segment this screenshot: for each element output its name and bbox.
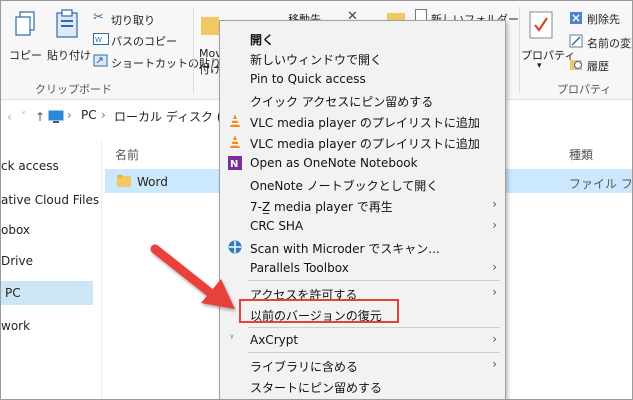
menu-item-vlc-add-2[interactable]: VLC media player のプレイリストに追加 bbox=[220, 132, 505, 152]
submenu-chevron-icon: › bbox=[492, 260, 497, 274]
menu-separator-2 bbox=[248, 327, 500, 328]
column-header-type[interactable]: 種類 bbox=[569, 146, 593, 163]
breadcrumb-pc[interactable]: PC bbox=[81, 108, 97, 122]
back-arrow-icon[interactable]: ‹ bbox=[7, 110, 12, 124]
menu-item-7zip[interactable]: 7-Z̲ media player で再生 › bbox=[220, 195, 505, 215]
menu-item-vlc-add-1[interactable]: VLC media player のプレイリストに追加 bbox=[220, 111, 505, 131]
move-folder-icon[interactable] bbox=[201, 13, 219, 37]
nav-network[interactable]: work bbox=[1, 319, 30, 333]
menu-item-crc-sha[interactable]: CRC SHA › bbox=[220, 216, 505, 236]
history-button[interactable]: 履歴 bbox=[587, 58, 609, 74]
scissors-icon[interactable]: ✂ bbox=[93, 10, 104, 25]
vlc-cone-icon bbox=[230, 135, 240, 148]
properties-dropdown-icon[interactable]: ▾ bbox=[537, 61, 542, 71]
copy-path-icon[interactable]: W bbox=[93, 33, 109, 45]
submenu-chevron-icon: › bbox=[492, 357, 497, 371]
nav-quick-access[interactable]: ck access bbox=[1, 159, 59, 173]
copy-icon[interactable] bbox=[15, 11, 37, 37]
submenu-chevron-icon: › bbox=[492, 332, 497, 346]
menu-separator-3 bbox=[248, 352, 500, 353]
delete-button[interactable]: 削除先 bbox=[587, 11, 620, 27]
delete-icon[interactable] bbox=[569, 11, 583, 25]
column-header-name[interactable]: 名前 bbox=[115, 146, 139, 163]
menu-item-open-new-window[interactable]: 新しいウィンドウで開く bbox=[220, 48, 505, 68]
svg-text:W: W bbox=[95, 36, 102, 44]
menu-item-pin-quick-access[interactable]: Pin to Quick access bbox=[220, 69, 505, 89]
submenu-chevron-icon: › bbox=[492, 197, 497, 211]
menu-item-onenote-en[interactable]: N Open as OneNote Notebook bbox=[220, 153, 505, 173]
move-button-line2: 付け bbox=[199, 63, 221, 76]
file-row-type: ファイル フォル bbox=[569, 177, 633, 191]
submenu-chevron-icon: › bbox=[492, 218, 497, 232]
properties-icon[interactable] bbox=[529, 11, 553, 39]
axcrypt-icon: ᵞ bbox=[230, 333, 234, 344]
menu-item-quick-access-pin-ja[interactable]: クイック アクセスにピン留めする bbox=[220, 90, 505, 110]
menu-item-axcrypt[interactable]: ᵞ AxCrypt › bbox=[220, 330, 505, 350]
copy-button[interactable]: コピー bbox=[9, 47, 42, 63]
clipboard-group-label: クリップボード bbox=[35, 83, 112, 96]
explorer-window: コピー 貼り付け ✂ 切り取り W パスのコピー ショートカットの貼り クリップ… bbox=[0, 0, 633, 400]
history-icon[interactable] bbox=[569, 57, 583, 71]
nav-creative-cloud[interactable]: ative Cloud Files bbox=[1, 193, 99, 207]
svg-text:N: N bbox=[230, 159, 238, 170]
nav-dropbox[interactable]: obox bbox=[1, 223, 30, 237]
onenote-icon: N bbox=[228, 156, 242, 170]
paste-shortcut-icon[interactable] bbox=[93, 54, 109, 67]
recent-dropdown-icon[interactable]: ˅ bbox=[21, 111, 26, 122]
paste-button[interactable]: 貼り付け bbox=[47, 47, 91, 63]
folder-icon bbox=[117, 175, 131, 187]
rename-icon[interactable] bbox=[569, 34, 583, 48]
menu-item-onenote-ja[interactable]: OneNote ノートブックとして開く bbox=[220, 174, 505, 194]
properties-group-label: プロパティ bbox=[557, 83, 612, 96]
ribbon-separator-2 bbox=[519, 7, 520, 93]
pc-icon bbox=[48, 110, 64, 123]
red-arrow-icon bbox=[150, 244, 235, 309]
rename-button[interactable]: 名前の変更 bbox=[587, 35, 632, 51]
submenu-chevron-icon: › bbox=[492, 285, 497, 299]
properties-button[interactable]: プロパティ bbox=[521, 47, 575, 63]
menu-item-pin-to-start[interactable]: スタートにピン留めする bbox=[220, 376, 505, 396]
cut-button[interactable]: 切り取り bbox=[111, 12, 155, 28]
nav-onedrive[interactable]: Drive bbox=[1, 254, 33, 268]
file-row-name: Word bbox=[137, 175, 168, 189]
menu-separator bbox=[248, 280, 500, 281]
ribbon-separator bbox=[193, 7, 194, 93]
paste-icon[interactable] bbox=[55, 9, 79, 39]
menu-item-scan-microder[interactable]: Scan with Microder でスキャン... bbox=[220, 237, 505, 257]
copy-path-button[interactable]: パスのコピー bbox=[111, 33, 177, 49]
breadcrumb-separator-icon: › bbox=[67, 108, 72, 122]
up-arrow-icon[interactable]: ↑ bbox=[35, 110, 45, 124]
menu-item-parallels-toolbox[interactable]: Parallels Toolbox › bbox=[220, 258, 505, 278]
vlc-cone-icon bbox=[230, 114, 240, 127]
context-menu: 開く 新しいウィンドウで開く Pin to Quick access クイック … bbox=[219, 20, 506, 399]
highlight-box bbox=[239, 299, 399, 323]
menu-item-open[interactable]: 開く bbox=[220, 28, 505, 48]
breadcrumb-separator-icon-2: › bbox=[101, 108, 106, 122]
pane-divider bbox=[101, 141, 102, 399]
nav-this-pc[interactable]: PC bbox=[5, 286, 21, 300]
menu-item-include-library[interactable]: ライブラリに含める › bbox=[220, 355, 505, 375]
